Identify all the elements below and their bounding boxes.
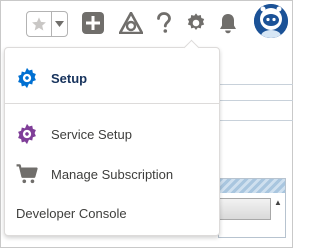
menu-item-label: Manage Subscription bbox=[51, 166, 174, 182]
favorites-combo[interactable] bbox=[26, 11, 68, 37]
service-setup-gear-icon bbox=[16, 123, 38, 145]
background-divider bbox=[218, 120, 293, 121]
menu-item-setup[interactable]: Setup bbox=[5, 61, 219, 95]
astro-avatar bbox=[254, 4, 288, 38]
scroll-up-arrow-icon[interactable]: ▲ bbox=[273, 198, 283, 208]
menu-item-label: Developer Console bbox=[16, 205, 127, 221]
question-icon[interactable] bbox=[152, 10, 176, 36]
setup-gear-icon bbox=[16, 67, 38, 89]
chevron-down-icon[interactable] bbox=[51, 12, 67, 36]
menu-item-developer-console[interactable]: Developer Console bbox=[5, 196, 219, 230]
trailhead-icon[interactable] bbox=[118, 10, 144, 36]
gear-icon[interactable] bbox=[184, 10, 208, 36]
star-icon[interactable] bbox=[27, 12, 51, 36]
avatar[interactable] bbox=[254, 4, 288, 38]
background-divider bbox=[218, 100, 293, 101]
background-divider bbox=[218, 84, 293, 85]
setup-menu: Setup Service Setup Manage Subscription … bbox=[4, 47, 220, 236]
menu-item-manage-subscription[interactable]: Manage Subscription bbox=[5, 157, 219, 191]
background-panel: ▲ bbox=[218, 178, 286, 238]
plus-icon[interactable] bbox=[81, 10, 105, 36]
menu-item-service-setup[interactable]: Service Setup bbox=[5, 117, 219, 151]
menu-item-label: Setup bbox=[51, 70, 88, 86]
background-button[interactable] bbox=[219, 198, 271, 220]
cart-icon bbox=[16, 163, 38, 185]
menu-item-label: Service Setup bbox=[51, 126, 132, 142]
menu-divider bbox=[5, 103, 219, 104]
bell-icon[interactable] bbox=[216, 10, 240, 36]
background-banner bbox=[219, 179, 285, 193]
